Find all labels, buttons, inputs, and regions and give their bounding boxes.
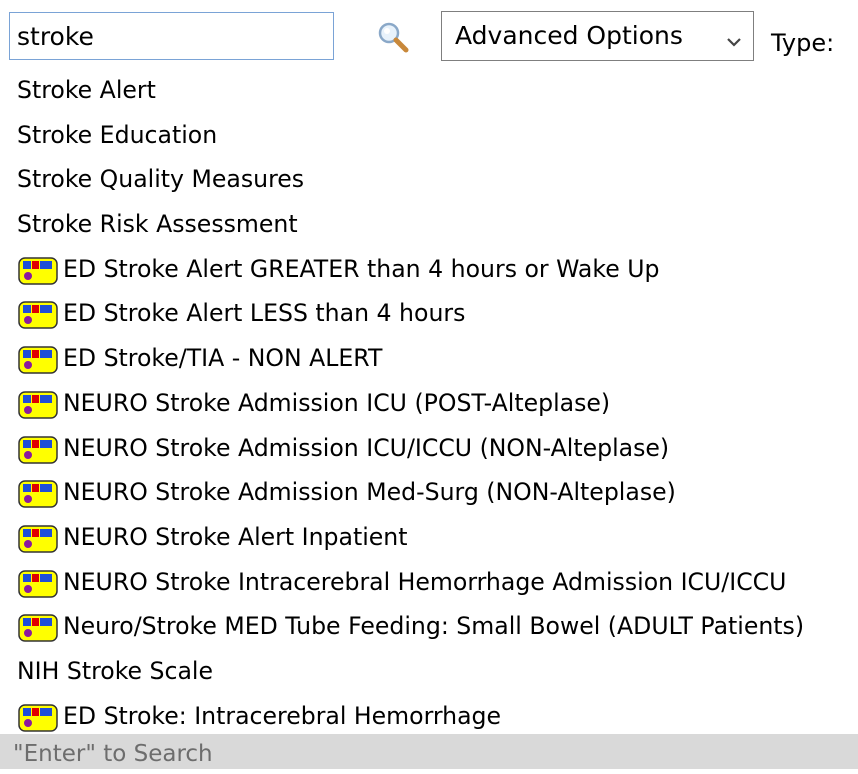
result-item-label: ED Stroke: Intracerebral Hemorrhage: [63, 701, 502, 730]
result-item[interactable]: Stroke Alert: [0, 68, 858, 113]
result-item-label: ED Stroke Alert GREATER than 4 hours or …: [63, 254, 660, 283]
result-item-label: NEURO Stroke Intracerebral Hemorrhage Ad…: [63, 567, 787, 596]
result-item-label: ED Stroke Alert LESS than 4 hours: [63, 299, 466, 328]
type-label: Type:: [771, 29, 835, 57]
result-item[interactable]: NIH Stroke Scale: [0, 649, 858, 694]
result-item-label: Stroke Quality Measures: [17, 165, 305, 194]
result-item-label: Stroke Education: [17, 120, 218, 149]
advanced-options-dropdown[interactable]: Advanced Options: [441, 11, 754, 61]
result-item-label: Stroke Alert: [17, 76, 156, 104]
result-item[interactable]: Neuro/Stroke MED Tube Feeding: Small Bow…: [0, 604, 858, 649]
search-input[interactable]: [9, 12, 334, 60]
order-set-icon: [18, 523, 58, 553]
order-set-icon: [18, 255, 58, 285]
result-item[interactable]: ED Stroke/TIA - NON ALERT: [0, 336, 858, 381]
order-set-icon: [18, 702, 58, 732]
advanced-options-label: Advanced Options: [455, 21, 683, 50]
order-set-icon: [18, 478, 58, 508]
order-set-icon: [18, 434, 58, 464]
order-set-icon: [18, 389, 58, 419]
result-item-label: NEURO Stroke Admission Med-Surg (NON-Alt…: [63, 478, 676, 507]
result-item-label: ED Stroke/TIA - NON ALERT: [63, 344, 383, 373]
result-item[interactable]: NEURO Stroke Admission ICU/ICCU (NON-Alt…: [0, 426, 858, 471]
result-item-label: NEURO Stroke Alert Inpatient: [63, 522, 408, 551]
result-item[interactable]: NEURO Stroke Admission Med-Surg (NON-Alt…: [0, 470, 858, 515]
result-item-label: Stroke Risk Assessment: [17, 210, 298, 239]
result-item[interactable]: ED Stroke Alert LESS than 4 hours: [0, 291, 858, 336]
order-set-icon: [18, 299, 58, 330]
order-set-icon: [18, 344, 58, 374]
result-item-label: NEURO Stroke Admission ICU/ICCU (NON-Alt…: [63, 433, 670, 462]
search-hint-bar: "Enter" to Search: [0, 734, 858, 769]
result-item[interactable]: Stroke Education: [0, 113, 858, 158]
chevron-down-icon: [725, 33, 743, 47]
search-icon[interactable]: [376, 20, 410, 54]
result-item[interactable]: ED Stroke: Intracerebral Hemorrhage: [0, 694, 858, 739]
result-item-label: NEURO Stroke Admission ICU (POST-Altepla…: [63, 388, 611, 417]
order-set-icon: [18, 612, 58, 642]
result-item[interactable]: NEURO Stroke Alert Inpatient: [0, 515, 858, 560]
result-item-label: NIH Stroke Scale: [17, 656, 214, 685]
result-item[interactable]: NEURO Stroke Admission ICU (POST-Altepla…: [0, 381, 858, 426]
result-item[interactable]: ED Stroke Alert GREATER than 4 hours or …: [0, 247, 858, 292]
result-item[interactable]: Stroke Risk Assessment: [0, 202, 858, 247]
order-set-icon: [18, 568, 58, 598]
result-item-label: Neuro/Stroke MED Tube Feeding: Small Bow…: [63, 612, 805, 641]
result-item[interactable]: Stroke Quality Measures: [0, 157, 858, 202]
search-hint: "Enter" to Search: [13, 741, 213, 767]
results-list: Stroke Alert Stroke Education Stroke Quali…: [0, 68, 858, 738]
search-toolbar: Advanced Options Type:: [0, 0, 858, 70]
result-item[interactable]: NEURO Stroke Intracerebral Hemorrhage Ad…: [0, 560, 858, 605]
